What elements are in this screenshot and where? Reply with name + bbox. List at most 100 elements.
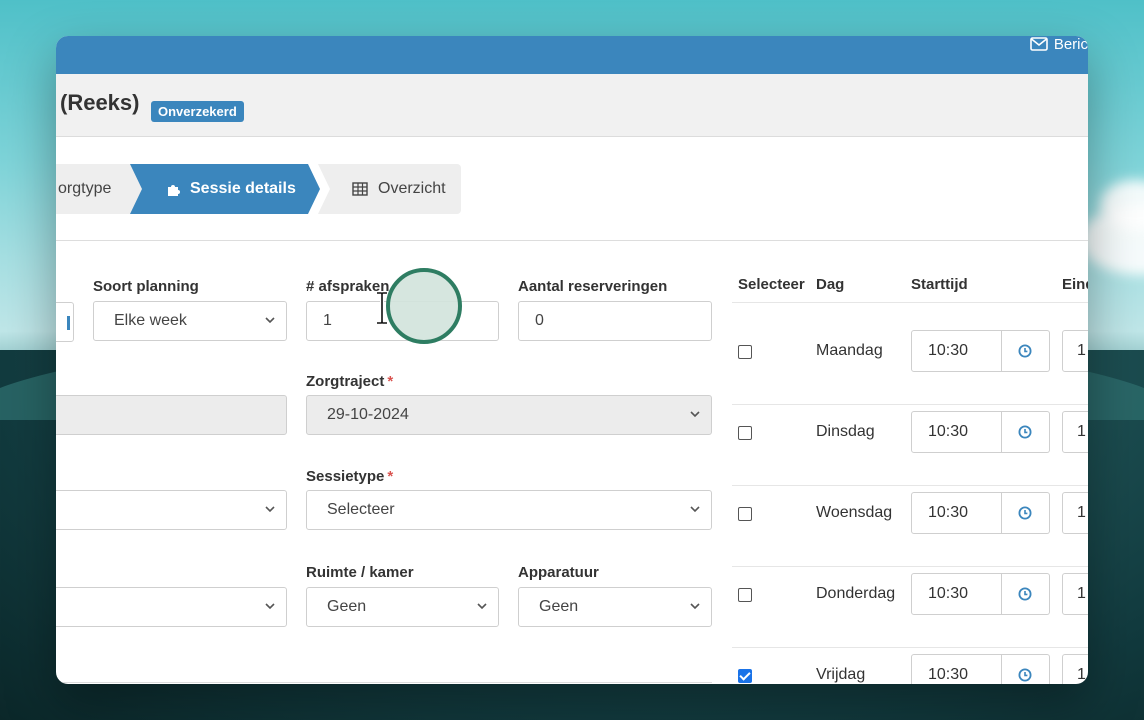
eindtijd-input[interactable]: 1: [1062, 492, 1088, 534]
eindtijd-value: 1: [1077, 423, 1086, 440]
eindtijd-value: 1: [1077, 342, 1086, 359]
step-label: orgtype: [58, 180, 112, 197]
clock-button[interactable]: [1001, 654, 1050, 684]
step-label: Overzicht: [378, 180, 446, 197]
apparatuur-select[interactable]: Geen: [518, 587, 712, 627]
day-cell: Dinsdag: [816, 423, 875, 440]
eindtijd-input[interactable]: 1: [1062, 411, 1088, 453]
cursor-highlight: [386, 268, 462, 344]
day-cell: Donderdag: [816, 585, 896, 602]
aantal-reserveringen-label: Aantal reserveringen: [518, 278, 668, 295]
app-window: Beric (Reeks) Onverzekerd orgtype Sessie…: [56, 36, 1088, 684]
starttijd-input[interactable]: 10:30: [911, 492, 1002, 534]
required-marker: *: [387, 468, 394, 485]
row-divider: [732, 647, 1088, 648]
cropped-field-edge: [67, 316, 70, 330]
clock-icon: [1018, 506, 1032, 520]
sessietype-label-text: Sessietype: [306, 468, 385, 485]
col-header-end: Einde: [1062, 276, 1088, 293]
sessietype-label: Sessietype *: [306, 468, 393, 485]
eindtijd-input[interactable]: 1: [1062, 573, 1088, 615]
day-cell: Maandag: [816, 342, 883, 359]
cropped-input[interactable]: [56, 302, 74, 342]
cropped-select-left[interactable]: [56, 490, 287, 530]
starttijd-value: 10:30: [928, 423, 969, 440]
eindtijd-input[interactable]: 1: [1062, 330, 1088, 372]
chevron-down-icon: [690, 603, 700, 610]
starttijd-input[interactable]: 10:30: [911, 411, 1002, 453]
section-divider: [56, 240, 1088, 241]
top-navbar: Beric: [56, 36, 1088, 74]
step-label: Sessie details: [190, 180, 296, 197]
step-sessie-details[interactable]: Sessie details: [130, 164, 320, 214]
row-checkbox-maandag[interactable]: [738, 345, 752, 359]
mail-icon: [1030, 37, 1048, 51]
soort-planning-value: Elke week: [114, 312, 187, 329]
starttijd-value: 10:30: [928, 504, 969, 521]
starttijd-input[interactable]: 10:30: [911, 573, 1002, 615]
chevron-down-icon: [690, 411, 700, 418]
clock-icon: [1018, 587, 1032, 601]
step-overzicht[interactable]: Overzicht: [318, 164, 461, 214]
chevron-down-icon: [265, 317, 275, 324]
eindtijd-value: 1: [1077, 504, 1086, 521]
messages-label: Beric: [1053, 36, 1088, 53]
zorgtraject-label: Zorgtraject *: [306, 373, 393, 390]
aantal-reserveringen-value: 0: [535, 312, 544, 329]
starttijd-input[interactable]: 10:30: [911, 330, 1002, 372]
eindtijd-input[interactable]: 1: [1062, 654, 1088, 684]
row-divider: [732, 485, 1088, 486]
zorgtraject-value: 29-10-2024: [327, 406, 409, 423]
starttijd-value: 10:30: [928, 585, 969, 602]
starttijd-input[interactable]: 10:30: [911, 654, 1002, 684]
sessietype-select[interactable]: Selecteer: [306, 490, 712, 530]
chevron-down-icon: [690, 506, 700, 513]
chevron-down-icon: [477, 603, 487, 610]
zorgtraject-label-text: Zorgtraject: [306, 373, 385, 390]
aantal-reserveringen-input[interactable]: 0: [518, 301, 712, 341]
required-marker: *: [387, 373, 394, 390]
clock-icon: [1018, 425, 1032, 439]
row-divider: [732, 566, 1088, 567]
starttijd-value: 10:30: [928, 666, 969, 683]
soort-planning-label: Soort planning: [93, 278, 199, 295]
col-header-start: Starttijd: [911, 276, 968, 293]
chevron-down-icon: [265, 603, 275, 610]
text-cursor-icon: [377, 291, 387, 325]
ruimte-label: Ruimte / kamer: [306, 564, 414, 581]
clock-icon: [1018, 344, 1032, 358]
col-header-select: Selecteer: [738, 276, 805, 293]
cropped-select-left-2[interactable]: [56, 587, 287, 627]
page-header: (Reeks) Onverzekerd: [56, 74, 1088, 137]
ruimte-value: Geen: [327, 598, 367, 615]
clock-button[interactable]: [1001, 411, 1050, 453]
clock-button[interactable]: [1001, 330, 1050, 372]
apparatuur-label: Apparatuur: [518, 564, 599, 581]
starttijd-value: 10:30: [928, 342, 969, 359]
row-checkbox-vrijdag[interactable]: [738, 669, 752, 683]
row-checkbox-woensdag[interactable]: [738, 507, 752, 521]
sessietype-value: Selecteer: [327, 501, 395, 518]
row-divider: [732, 404, 1088, 405]
day-cell: Woensdag: [816, 504, 893, 521]
eindtijd-value: 1: [1077, 666, 1086, 683]
cropped-disabled-field: [56, 395, 287, 435]
clock-button[interactable]: [1001, 492, 1050, 534]
puzzle-icon: [166, 181, 182, 197]
ruimte-select[interactable]: Geen: [306, 587, 499, 627]
page-title: (Reeks): [60, 90, 140, 115]
bottom-rule: [56, 682, 712, 683]
messages-link[interactable]: Beric: [1030, 36, 1088, 53]
col-header-day: Dag: [816, 276, 845, 293]
table-header-line: [732, 302, 1088, 303]
soort-planning-select[interactable]: Elke week: [93, 301, 287, 341]
clock-button[interactable]: [1001, 573, 1050, 615]
row-checkbox-dinsdag[interactable]: [738, 426, 752, 440]
clock-icon: [1018, 668, 1032, 682]
apparatuur-value: Geen: [539, 598, 579, 615]
zorgtraject-select[interactable]: 29-10-2024: [306, 395, 712, 435]
chevron-down-icon: [265, 506, 275, 513]
insurance-status-badge: Onverzekerd: [151, 101, 244, 122]
eindtijd-value: 1: [1077, 585, 1086, 602]
row-checkbox-donderdag[interactable]: [738, 588, 752, 602]
